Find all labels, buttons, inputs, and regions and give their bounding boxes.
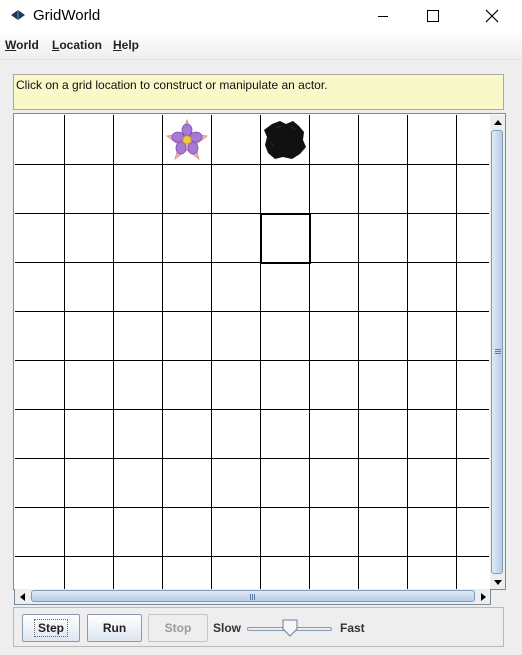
arrow-right-icon <box>481 592 486 601</box>
grid-line <box>211 115 212 589</box>
scroll-left-button[interactable] <box>15 589 30 604</box>
grip-line <box>252 594 253 600</box>
run-button[interactable]: Run <box>87 614 142 642</box>
minimize-icon <box>378 15 388 17</box>
grid-line <box>113 115 114 589</box>
menu-location[interactable]: Location <box>52 38 102 52</box>
grid-panel <box>13 113 506 590</box>
grid-line <box>15 213 489 214</box>
grip-line <box>495 349 501 350</box>
grid-line <box>15 311 489 312</box>
menu-world-label: orld <box>16 38 39 52</box>
maximize-button[interactable] <box>410 0 456 31</box>
horizontal-scroll-thumb[interactable] <box>31 590 475 602</box>
grid-line <box>15 262 489 263</box>
grip-line <box>254 594 255 600</box>
minimize-button[interactable] <box>360 0 406 31</box>
grid-line <box>456 115 457 589</box>
grid-line <box>15 164 489 165</box>
selected-cell[interactable] <box>260 213 311 264</box>
menu-world-mnemonic: W <box>5 38 17 52</box>
speed-slider-knob[interactable] <box>282 619 298 637</box>
arrow-left-icon <box>20 592 25 601</box>
grip-line <box>495 353 501 354</box>
grid-line <box>309 115 310 589</box>
rock-icon[interactable] <box>262 118 308 162</box>
stop-button[interactable]: Stop <box>148 614 208 642</box>
content-area: Click on a grid location to construct or… <box>0 60 522 655</box>
grip-line <box>495 351 501 352</box>
flower-icon[interactable] <box>164 117 210 163</box>
window-title-bar: GridWorld <box>0 0 522 31</box>
menu-bar: World Location Help <box>0 31 522 60</box>
grid-line <box>15 458 489 459</box>
step-button[interactable]: Step <box>22 614 80 642</box>
close-button[interactable] <box>469 0 515 31</box>
grid-line <box>407 115 408 589</box>
run-button-label: Run <box>102 621 127 635</box>
scroll-down-button[interactable] <box>490 575 505 589</box>
fast-label: Fast <box>340 621 365 635</box>
grid-line <box>15 556 489 557</box>
grid-line <box>64 115 65 589</box>
scroll-right-button[interactable] <box>476 589 491 604</box>
scroll-up-button[interactable] <box>490 115 505 129</box>
arrow-down-icon <box>493 579 502 585</box>
menu-help-label: elp <box>121 38 140 52</box>
step-button-label: Step <box>33 619 68 637</box>
message-area: Click on a grid location to construct or… <box>13 74 504 110</box>
grid-line <box>162 115 163 589</box>
menu-location-label: ocation <box>59 38 103 52</box>
menu-world[interactable]: World <box>5 38 39 52</box>
stop-button-label: Stop <box>164 621 192 635</box>
close-icon <box>485 9 499 22</box>
world-grid[interactable] <box>15 115 489 589</box>
horizontal-scrollbar[interactable] <box>14 589 491 605</box>
arrow-up-icon <box>493 119 502 125</box>
window-title: GridWorld <box>33 7 101 24</box>
grid-line <box>260 115 261 589</box>
grid-line <box>15 360 489 361</box>
vertical-scroll-thumb[interactable] <box>491 130 503 574</box>
gridworld-bug-icon <box>11 10 25 20</box>
menu-help-mnemonic: H <box>113 38 122 52</box>
control-panel: Step Run Stop Slow Fast <box>13 607 504 647</box>
grid-line <box>15 409 489 410</box>
vertical-scrollbar[interactable] <box>490 115 505 589</box>
maximize-icon <box>427 9 439 22</box>
menu-help[interactable]: Help <box>113 38 139 52</box>
grid-line <box>358 115 359 589</box>
grid-line <box>15 507 489 508</box>
grip-line <box>250 594 251 600</box>
slow-label: Slow <box>213 621 242 635</box>
